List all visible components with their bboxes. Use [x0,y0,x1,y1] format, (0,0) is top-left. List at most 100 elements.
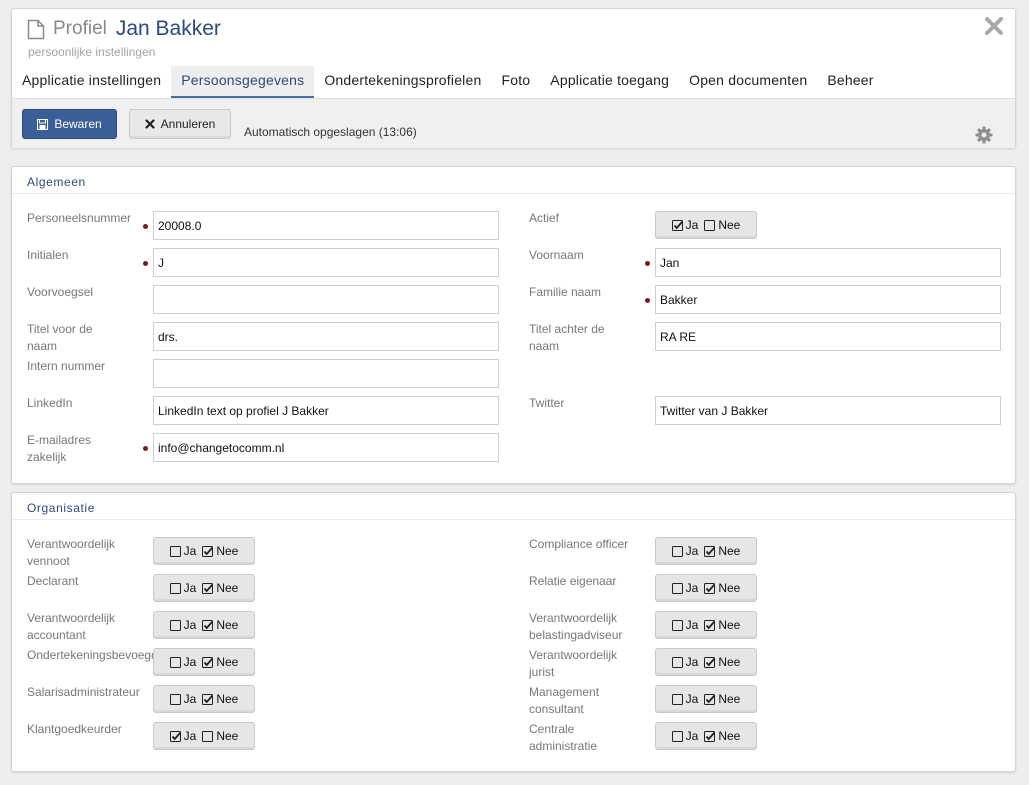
checkbox-empty-icon [202,730,214,742]
verantwoordelijk-belastingadviseur-label: Verantwoordelijk belastingadviseur [529,611,623,642]
relatie-eigenaar-label: Relatie eigenaar [529,574,617,588]
checkbox-empty-icon [169,619,181,631]
organisatie-section: Organisatie Verantwoordelijk vennoot Ja Ne… [11,492,1016,772]
nee-label: Nee [216,692,239,706]
checkbox-empty-icon [169,656,181,668]
salarisadministrateur-nee-option[interactable]: Nee [202,692,238,706]
tab-beheer[interactable]: Beheer [817,66,883,98]
voornaam-field[interactable] [655,248,1001,277]
centrale-administratie-toggle[interactable]: Ja Nee [655,722,757,750]
actief-toggle[interactable]: Ja Nee [655,211,757,239]
close-icon[interactable] [983,15,1005,37]
actief-ja-option[interactable]: Ja [671,218,698,232]
tab-applicatie-instellingen[interactable]: Applicatie instellingen [12,66,171,98]
declarant-toggle[interactable]: Ja Nee [153,574,255,602]
tab-bar: Applicatie instellingen Persoonsgegevens O… [12,66,1015,98]
compliance-officer-nee-option[interactable]: Nee [704,544,740,558]
verantwoordelijk-vennoot-toggle[interactable]: Ja Nee [153,537,255,565]
twitter-field[interactable] [655,396,1001,425]
nee-label: Nee [718,544,741,558]
personeelsnummer-field[interactable] [153,211,499,240]
gear-icon[interactable] [975,126,993,144]
nee-label: Nee [718,655,741,669]
verantwoordelijk-accountant-ja-option[interactable]: Ja [169,618,196,632]
verantwoordelijk-jurist-toggle[interactable]: Ja Nee [655,648,757,676]
ondertekeningsbevoegd-ja-option[interactable]: Ja [169,655,196,669]
relatie-eigenaar-ja-option[interactable]: Ja [671,581,698,595]
tab-persoonsgegevens[interactable]: Persoonsgegevens [171,66,315,98]
email-field[interactable] [153,433,499,462]
familienaam-label: Familie naam [529,285,602,299]
nee-label: Nee [216,544,239,558]
verantwoordelijk-belastingadviseur-nee-option[interactable]: Nee [704,618,740,632]
checkbox-checked-icon [704,582,716,594]
voorvoegsel-label: Voorvoegsel [27,285,94,299]
salarisadministrateur-toggle[interactable]: Ja Nee [153,685,255,713]
checkbox-empty-icon [169,693,181,705]
ja-label: Ja [183,544,197,558]
salarisadministrateur-ja-option[interactable]: Ja [169,692,197,706]
klantgoedkeurder-toggle[interactable]: Ja Nee [153,722,255,750]
ja-label: Ja [183,729,197,743]
management-consultant-ja-option[interactable]: Ja [671,692,698,706]
voorvoegsel-field[interactable] [153,285,499,314]
verantwoordelijk-belastingadviseur-toggle[interactable]: Ja Nee [655,611,757,639]
checkbox-checked-icon [704,619,716,631]
checkbox-checked-icon [202,545,214,557]
compliance-officer-label: Compliance officer [529,537,629,551]
tab-foto[interactable]: Foto [491,66,540,98]
klantgoedkeurder-nee-option[interactable]: Nee [202,729,238,743]
initialen-field[interactable] [153,248,499,277]
page-title-prefix: Profiel [53,18,107,39]
ja-label: Ja [685,618,699,632]
tab-ondertekeningsprofielen[interactable]: Ondertekeningsprofielen [314,66,491,98]
nee-label: Nee [216,655,239,669]
ondertekeningsbevoegd-toggle[interactable]: Ja Nee [153,648,255,676]
ondertekeningsbevoegd-label: Ondertekeningsbevoegd [27,648,155,662]
verantwoordelijk-accountant-nee-option[interactable]: Nee [202,618,238,632]
centrale-administratie-nee-option[interactable]: Nee [704,729,740,743]
intern-nummer-field[interactable] [153,359,499,388]
klantgoedkeurder-label: Klantgoedkeurder [27,722,122,736]
verantwoordelijk-vennoot-ja-option[interactable]: Ja [169,544,197,558]
titel-voor-field[interactable] [153,322,499,351]
ondertekeningsbevoegd-nee-option[interactable]: Nee [202,655,238,669]
required-indicator [143,446,148,451]
declarant-ja-option[interactable]: Ja [169,581,196,595]
actief-label: Actief [529,211,560,225]
verantwoordelijk-vennoot-nee-option[interactable]: Nee [202,544,238,558]
relatie-eigenaar-nee-option[interactable]: Nee [704,581,740,595]
verantwoordelijk-belastingadviseur-ja-option[interactable]: Ja [671,618,699,632]
cancel-button-label: Annuleren [160,117,216,131]
verantwoordelijk-jurist-ja-option[interactable]: Ja [671,655,698,669]
titel-achter-field[interactable] [655,322,1001,351]
tab-open-documenten[interactable]: Open documenten [679,66,817,98]
compliance-officer-toggle[interactable]: Ja Nee [655,537,757,565]
checkbox-checked-icon [202,656,214,668]
nee-label: Nee [718,729,741,743]
page-title-name: Jan Bakker [115,17,221,40]
relatie-eigenaar-toggle[interactable]: Ja Nee [655,574,757,602]
centrale-administratie-ja-option[interactable]: Ja [671,729,698,743]
compliance-officer-ja-option[interactable]: Ja [671,544,698,558]
cancel-button[interactable]: Annuleren [129,109,231,139]
x-mark-icon [145,119,155,129]
ja-label: Ja [183,692,197,706]
declarant-nee-option[interactable]: Nee [202,581,238,595]
intern-nummer-label: Intern nummer [27,359,106,373]
tab-applicatie-toegang[interactable]: Applicatie toegang [540,66,679,98]
actief-nee-option[interactable]: Nee [704,218,740,232]
familienaam-field[interactable] [655,285,1001,314]
management-consultant-nee-option[interactable]: Nee [704,692,740,706]
save-button[interactable]: Bewaren [22,109,117,139]
klantgoedkeurder-ja-option[interactable]: Ja [169,729,197,743]
verantwoordelijk-jurist-nee-option[interactable]: Nee [704,655,740,669]
checkbox-empty-icon [671,656,683,668]
personeelsnummer-label: Personeelsnummer [27,211,132,225]
checkbox-checked-icon [704,656,716,668]
management-consultant-toggle[interactable]: Ja Nee [655,685,757,713]
titel-achter-label: Titel achter de naam [529,322,605,353]
linkedin-field[interactable] [153,396,499,425]
verantwoordelijk-accountant-toggle[interactable]: Ja Nee [153,611,255,639]
checkbox-empty-icon [169,545,181,557]
